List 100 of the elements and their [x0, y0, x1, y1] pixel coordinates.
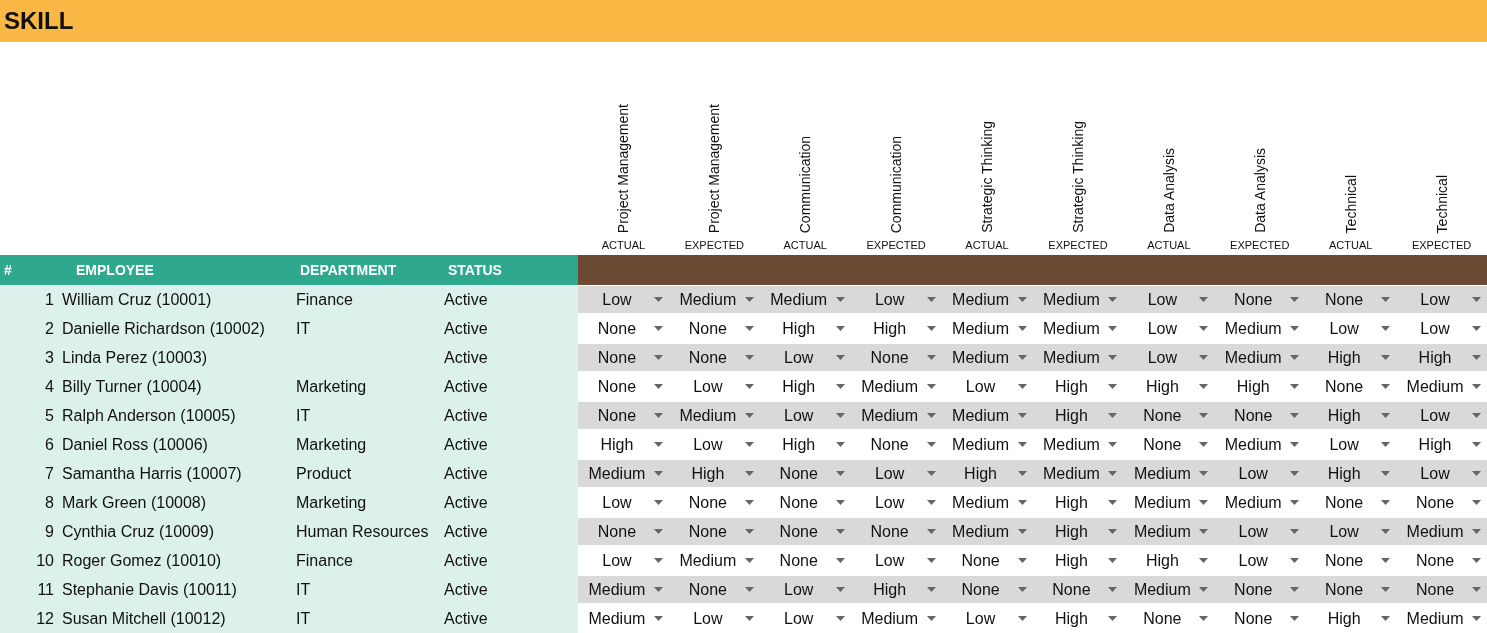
skill-dropdown[interactable]: High [1305, 402, 1397, 429]
skill-dropdown[interactable]: Medium [1396, 518, 1487, 545]
skill-dropdown[interactable]: Low [1123, 286, 1215, 313]
skill-dropdown[interactable]: None [1032, 576, 1124, 603]
skill-dropdown[interactable]: None [850, 344, 942, 371]
row-number: 1 [44, 290, 55, 309]
skill-dropdown[interactable]: Medium [1214, 344, 1306, 371]
skill-dropdown[interactable]: Low [1123, 344, 1215, 371]
caret-icon [1017, 500, 1027, 505]
skill-dropdown[interactable]: Medium [1123, 518, 1215, 545]
skill-dropdown[interactable]: None [759, 460, 851, 487]
skill-dropdown[interactable]: None [578, 344, 669, 371]
skill-dropdown[interactable]: Low [850, 460, 942, 487]
skill-dropdown[interactable]: None [1305, 576, 1397, 603]
skill-dropdown[interactable]: Medium [578, 576, 669, 603]
caret-icon [835, 355, 845, 360]
caret-icon [653, 384, 663, 389]
status-cell-text: Active [443, 348, 489, 367]
sheet-title: SKILL [0, 0, 1487, 42]
caret-icon [835, 413, 845, 418]
skill-dropdown[interactable]: None [1214, 576, 1306, 603]
skill-dropdown[interactable]: Medium [1123, 460, 1215, 487]
skill-dropdown[interactable]: Medium [941, 344, 1033, 371]
row-number: 3 [44, 348, 55, 367]
skill-dropdown[interactable]: Medium [1123, 576, 1215, 603]
skill-dropdown[interactable]: None [668, 518, 760, 545]
caret-icon [744, 558, 754, 563]
status-cell-text: Active [443, 319, 489, 338]
caret-icon [926, 355, 936, 360]
caret-icon [1108, 529, 1118, 534]
skill-dropdown[interactable]: Low [1214, 518, 1306, 545]
caret-icon [1199, 413, 1209, 418]
skill-dropdown[interactable]: None [578, 518, 669, 545]
skill-dropdown[interactable]: None [668, 344, 760, 371]
skill-dropdown[interactable]: Low [1305, 518, 1397, 545]
skill-dropdown[interactable]: High [850, 576, 942, 603]
skill-dropdown[interactable]: Medium [1032, 286, 1124, 313]
skill-dropdown[interactable]: None [1214, 402, 1306, 429]
skill-dropdown[interactable]: Medium [941, 286, 1033, 313]
caret-icon [1108, 355, 1118, 360]
skill-dropdown[interactable]: Low [1214, 460, 1306, 487]
caret-icon [1199, 326, 1209, 331]
skill-dropdown[interactable]: None [1123, 402, 1215, 429]
caret-icon [744, 471, 754, 476]
skill-dropdown[interactable]: Medium [668, 286, 760, 313]
row-number: 11 [36, 580, 55, 599]
skill-dropdown[interactable]: Medium [941, 518, 1033, 545]
caret-icon [1017, 616, 1027, 621]
department-cell-text: Marketing [295, 493, 368, 512]
caret-icon [1290, 413, 1300, 418]
skill-dropdown[interactable]: High [1396, 344, 1487, 371]
caret-icon [653, 558, 663, 563]
caret-icon [1381, 616, 1391, 621]
skill-dropdown[interactable]: Low [1396, 286, 1487, 313]
skill-dropdown[interactable]: Low [759, 402, 851, 429]
caret-icon [926, 529, 936, 534]
skill-dropdown[interactable]: Low [1396, 460, 1487, 487]
caret-icon [653, 616, 663, 621]
status-cell-text: Active [443, 522, 489, 541]
skill-dropdown[interactable]: High [941, 460, 1033, 487]
skill-dropdown[interactable]: None [759, 518, 851, 545]
skill-dropdown[interactable]: None [1214, 286, 1306, 313]
caret-icon [1472, 471, 1481, 476]
skill-dropdown[interactable]: Medium [850, 402, 942, 429]
row-number: 2 [44, 319, 55, 338]
skill-dropdown[interactable]: None [1305, 286, 1397, 313]
skill-subheader: ACTUAL [783, 239, 827, 251]
skill-dropdown[interactable]: None [941, 576, 1033, 603]
row-number: 10 [35, 551, 55, 570]
skill-dropdown[interactable]: High [668, 460, 760, 487]
skill-dropdown[interactable]: High [1032, 402, 1124, 429]
skill-header: Technical [1342, 174, 1359, 233]
caret-icon [1017, 413, 1027, 418]
skill-dropdown[interactable]: Medium [578, 460, 669, 487]
caret-icon [653, 326, 663, 331]
skill-dropdown[interactable]: Medium [1032, 344, 1124, 371]
row-number: 4 [44, 377, 55, 396]
skill-dropdown[interactable]: Low [759, 344, 851, 371]
skill-dropdown[interactable]: Medium [668, 402, 760, 429]
department-cell-text: IT [295, 406, 312, 425]
skill-dropdown[interactable]: None [668, 576, 760, 603]
caret-icon [1290, 442, 1300, 447]
skill-dropdown[interactable]: Low [759, 576, 851, 603]
skill-subheader: ACTUAL [1328, 239, 1373, 251]
skill-dropdown[interactable]: Low [850, 286, 942, 313]
skill-dropdown[interactable]: Low [578, 286, 669, 313]
skill-dropdown[interactable]: High [1305, 344, 1397, 371]
skill-dropdown[interactable]: None [1396, 576, 1487, 603]
skill-dropdown[interactable]: Medium [1032, 460, 1124, 487]
employee-cell-text: Samantha Harris (10007) [61, 464, 243, 483]
employee-cell-text: Ralph Anderson (10005) [61, 406, 237, 425]
caret-icon [1472, 500, 1481, 505]
skill-dropdown[interactable]: High [1305, 460, 1397, 487]
skill-dropdown[interactable]: Low [1396, 402, 1487, 429]
caret-icon [1199, 471, 1209, 476]
skill-dropdown[interactable]: High [1032, 518, 1124, 545]
skill-dropdown[interactable]: None [578, 402, 669, 429]
skill-dropdown[interactable]: Medium [941, 402, 1033, 429]
skill-dropdown[interactable]: None [850, 518, 942, 545]
skill-dropdown[interactable]: Medium [759, 286, 851, 313]
